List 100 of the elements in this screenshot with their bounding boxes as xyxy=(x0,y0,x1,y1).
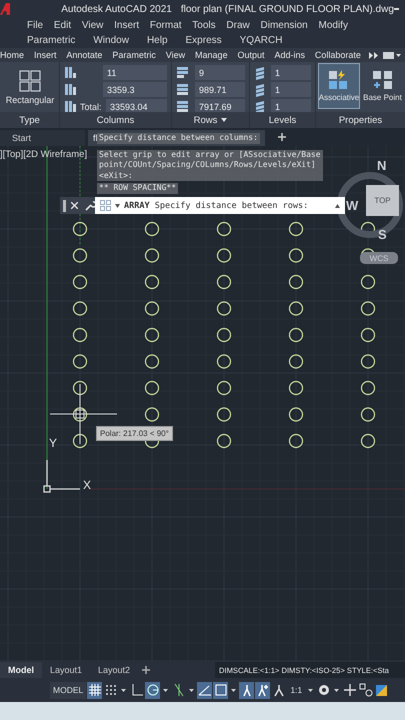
ribbon-tab[interactable]: View xyxy=(166,50,186,60)
menu-item[interactable]: Format xyxy=(150,20,182,31)
panel-toggle-icon[interactable] xyxy=(383,52,401,58)
array-circle xyxy=(360,328,376,342)
array-circle xyxy=(216,248,232,263)
menu-item[interactable]: Help xyxy=(146,35,168,46)
menu-item[interactable]: Dimension xyxy=(260,20,308,31)
viewcube-face[interactable]: TOP xyxy=(366,185,399,216)
caret-icon[interactable] xyxy=(221,118,228,122)
value-field[interactable]: 3359.3 xyxy=(103,82,167,97)
array-circle xyxy=(216,354,232,369)
array-circle xyxy=(216,274,232,290)
associative-button[interactable]: Associative xyxy=(318,63,360,109)
compass-north[interactable]: N xyxy=(377,158,386,173)
array-circle xyxy=(144,328,160,342)
menu-item[interactable]: View xyxy=(82,20,104,31)
app-title: Autodesk AutoCAD 2021 xyxy=(61,4,172,14)
figure-icon[interactable] xyxy=(239,682,254,698)
minimize-icon[interactable] xyxy=(394,8,399,10)
circle-arrow-icon[interactable] xyxy=(145,682,160,698)
viewport-label[interactable]: ][Top][2D Wireframe] xyxy=(0,149,88,160)
file-title: floor plan (FINAL GROUND FLOOR PLAN).dwg xyxy=(180,4,394,14)
new-layout-icon[interactable] xyxy=(142,666,150,674)
more-tabs-icon[interactable] xyxy=(369,52,378,58)
document-tab[interactable]: Start xyxy=(0,130,85,146)
value-field[interactable]: 1 xyxy=(271,65,311,80)
array-circle xyxy=(144,274,160,290)
rows-icon xyxy=(176,82,189,96)
ribbon-tab[interactable]: Add-ins xyxy=(274,50,305,60)
layers-icon xyxy=(254,82,267,96)
shapes-icon[interactable] xyxy=(358,682,374,698)
rows-icon xyxy=(176,100,189,114)
new-tab-icon[interactable] xyxy=(278,133,286,141)
menu-item[interactable]: Window xyxy=(93,35,129,46)
plus-icon[interactable] xyxy=(342,682,358,698)
ribbon-tab[interactable]: Collaborate xyxy=(314,50,361,60)
array-circle xyxy=(216,222,232,236)
layout-tab[interactable]: Layout2 xyxy=(90,662,138,678)
rows-icon xyxy=(176,66,189,80)
ribbon-tab[interactable]: Output xyxy=(238,50,265,60)
ribbon-tab[interactable]: Home xyxy=(0,50,24,60)
figure-plus-icon[interactable] xyxy=(255,682,270,698)
array-circle xyxy=(288,274,304,290)
array-circle xyxy=(216,407,232,422)
associative-icon xyxy=(328,70,350,90)
square-icon[interactable] xyxy=(213,682,228,698)
scale-menu[interactable]: 1:1 xyxy=(287,682,306,698)
array-circle xyxy=(216,301,232,316)
panel-title: Type xyxy=(19,114,40,126)
array-circle xyxy=(144,248,160,263)
menu-item[interactable]: Tools xyxy=(192,20,216,31)
layout-tab[interactable]: Layout1 xyxy=(42,662,90,678)
menu-item[interactable]: Modify xyxy=(318,20,348,31)
menu-item[interactable]: Draw xyxy=(226,20,250,31)
array-circle xyxy=(72,274,88,290)
compass-south[interactable]: S xyxy=(378,227,387,242)
command-field[interactable]: ARRAY Specify distance between rows: xyxy=(95,197,345,214)
ribbon-tab[interactable]: Parametric xyxy=(112,50,156,60)
array-circle xyxy=(360,354,376,369)
ribbon-tab[interactable]: Annotate xyxy=(66,50,102,60)
rectangular-button[interactable]: Rectangular xyxy=(1,63,59,111)
grip-icon[interactable] xyxy=(63,200,67,212)
array-circle xyxy=(72,434,88,448)
columns-icon xyxy=(64,100,77,114)
value-field[interactable]: 989.71 xyxy=(195,82,245,97)
model-label[interactable]: MODEL xyxy=(50,682,86,698)
layers-icon xyxy=(254,66,267,80)
ucs-icon xyxy=(43,460,80,493)
x-axis-label: X xyxy=(83,478,92,492)
array-circle xyxy=(144,380,160,396)
columns-icon xyxy=(64,66,77,80)
layout-tab[interactable]: Model xyxy=(0,662,42,678)
ribbon-tab[interactable]: Manage xyxy=(195,50,228,60)
array-circle xyxy=(216,434,232,448)
panel-title: Columns xyxy=(96,114,134,126)
angle-icon[interactable] xyxy=(197,682,212,698)
array-circle xyxy=(360,380,376,396)
base-point-icon xyxy=(372,70,394,90)
app-logo-icon[interactable] xyxy=(0,1,10,17)
menu-item[interactable]: Parametric xyxy=(27,35,76,46)
close-icon[interactable] xyxy=(71,202,78,209)
array-circle xyxy=(360,274,376,290)
menu-item[interactable]: YQARCH xyxy=(240,35,282,46)
menu-item[interactable]: Insert xyxy=(114,20,140,31)
array-circle xyxy=(288,328,304,342)
value-field[interactable]: 9 xyxy=(195,65,245,80)
value-field[interactable]: 1 xyxy=(271,82,311,97)
grid-icon[interactable] xyxy=(87,682,102,698)
compass-west[interactable]: W xyxy=(346,198,358,213)
array-circle xyxy=(288,407,304,422)
value-field[interactable]: 11 xyxy=(103,65,167,80)
array-circle xyxy=(288,434,304,448)
base-point-button[interactable]: Base Point xyxy=(362,63,403,109)
menu-item[interactable]: Edit xyxy=(54,20,72,31)
menu-item[interactable]: Express xyxy=(186,35,222,46)
menu-item[interactable]: File xyxy=(27,20,44,31)
caret-icon[interactable] xyxy=(115,204,120,208)
history-arrow-icon[interactable] xyxy=(335,204,340,208)
polar-tooltip: Polar: 217.03 < 90° xyxy=(96,426,173,441)
ribbon-tab[interactable]: Insert xyxy=(34,50,56,60)
